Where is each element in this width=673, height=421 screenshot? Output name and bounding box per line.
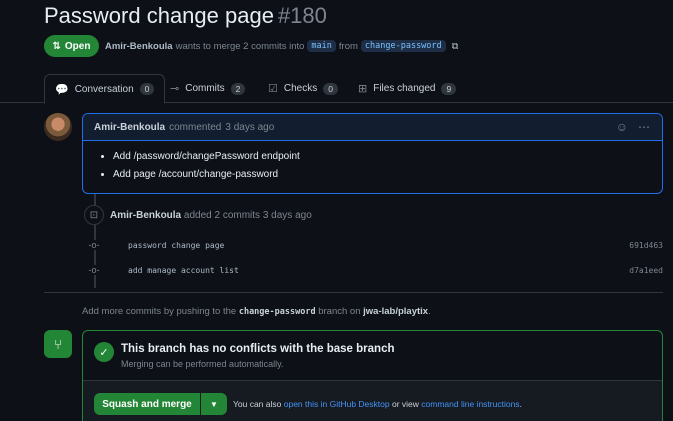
comment-time[interactable]: 3 days ago xyxy=(225,122,274,133)
git-commit-icon: -o- xyxy=(88,265,100,275)
pr-from-text: from xyxy=(338,40,358,52)
pr-state-badge: ⇅ Open xyxy=(44,35,99,57)
tab-checks[interactable]: ☑ Checks 0 xyxy=(258,74,348,103)
hint-branch: change-password xyxy=(238,307,316,317)
pr-meta-text: wants to merge 2 commits into xyxy=(175,40,305,52)
smiley-icon[interactable]: ☺ xyxy=(616,120,628,134)
git-merge-icon: ⑂ xyxy=(44,330,72,358)
comment-box: Amir-Benkoula commented 3 days ago ☺ ⋯ A… xyxy=(82,113,663,194)
merge-note-suffix: . xyxy=(519,399,522,409)
pr-tabs: 💬 Conversation 0 ⊸ Commits 2 ☑ Checks 0 … xyxy=(0,74,673,104)
comment-body: Add /password/changePassword endpoint Ad… xyxy=(83,141,662,180)
file-diff-icon: ⊞ xyxy=(358,83,368,95)
timeline-time[interactable]: 3 days ago xyxy=(263,210,312,221)
merge-status: ✓ This branch has no conflicts with the … xyxy=(83,331,662,381)
conversation-icon: 💬 xyxy=(55,83,69,96)
base-branch[interactable]: main xyxy=(307,40,336,52)
comment-action: commented xyxy=(169,121,222,133)
tab-conversation[interactable]: 💬 Conversation 0 xyxy=(44,74,166,104)
checklist-icon: ☑ xyxy=(268,83,278,95)
tab-count: 2 xyxy=(230,82,246,95)
hint-middle: branch on xyxy=(318,306,361,317)
triangle-down-icon: ▼ xyxy=(210,399,218,409)
comment-author-link[interactable]: Amir-Benkoula xyxy=(94,122,165,133)
tab-count: 0 xyxy=(323,82,338,95)
comment-header-icons: ☺ ⋯ xyxy=(616,120,650,134)
commit-icon: ⊸ xyxy=(170,83,180,95)
pr-number: #180 xyxy=(277,3,327,28)
tab-label: Files changed xyxy=(373,83,436,94)
command-line-instructions-link[interactable]: command line instructions xyxy=(421,399,519,409)
repo-push-icon: ⊡ xyxy=(84,205,104,225)
tab-count: 9 xyxy=(441,82,457,95)
tab-count: 0 xyxy=(139,83,155,95)
timeline-event: Amir-Benkoula added 2 commits 3 days ago xyxy=(110,210,312,221)
squash-and-merge-button[interactable]: Squash and merge xyxy=(94,393,200,415)
comment-list-item: Add /password/changePassword endpoint xyxy=(113,151,662,162)
commit-sha-link[interactable]: 691d463 xyxy=(629,241,663,250)
pr-title-text: Password change page xyxy=(44,3,274,28)
merge-method-dropdown[interactable]: ▼ xyxy=(201,393,227,415)
merge-note: You can also open this in GitHub Desktop… xyxy=(233,399,522,409)
tab-label: Conversation xyxy=(74,83,134,95)
pr-author-link[interactable]: Amir-Benkoula xyxy=(105,41,173,52)
tab-label: Commits xyxy=(185,83,225,94)
git-commit-icon: -o- xyxy=(88,240,100,250)
merge-status-subtitle: Merging can be performed automatically. xyxy=(121,359,284,369)
timeline-author-link[interactable]: Amir-Benkoula xyxy=(110,210,181,221)
pr-meta: Amir-Benkoula wants to merge 2 commits i… xyxy=(105,40,458,52)
merge-note-middle: or view xyxy=(391,399,419,409)
comment-list-item: Add page /account/change-password xyxy=(113,169,662,180)
merge-note-prefix: You can also xyxy=(233,399,282,409)
commit-message-link[interactable]: password change page xyxy=(128,241,224,250)
github-desktop-link[interactable]: open this in GitHub Desktop xyxy=(284,399,390,409)
git-pull-request-icon: ⇅ xyxy=(52,40,61,52)
comment-header: Amir-Benkoula commented 3 days ago xyxy=(83,114,662,141)
commit-sha-link[interactable]: d7a1eed xyxy=(629,266,663,275)
push-hint: Add more commits by pushing to the chang… xyxy=(82,306,431,317)
hint-repo-link[interactable]: jwa-lab/playtix xyxy=(363,306,428,317)
hint-suffix: . xyxy=(428,306,431,317)
timeline-action: added 2 commits xyxy=(183,210,261,221)
kebab-horizontal-icon[interactable]: ⋯ xyxy=(638,120,650,134)
pr-title: Password change page #180 xyxy=(44,3,327,29)
commit-row: -o- password change page 691d463 xyxy=(88,238,663,252)
head-branch[interactable]: change-password xyxy=(360,40,446,52)
avatar[interactable] xyxy=(44,113,72,141)
tab-label: Checks xyxy=(283,83,318,94)
merge-box: ✓ This branch has no conflicts with the … xyxy=(82,330,663,421)
merge-actions: Squash and merge ▼ You can also open thi… xyxy=(83,381,662,421)
tab-commits[interactable]: ⊸ Commits 2 xyxy=(160,74,255,103)
check-icon: ✓ xyxy=(94,342,114,362)
tab-files-changed[interactable]: ⊞ Files changed 9 xyxy=(348,74,466,103)
hint-prefix: Add more commits by pushing to the xyxy=(82,306,237,317)
timeline-divider xyxy=(44,292,663,293)
commit-message-link[interactable]: add manage account list xyxy=(128,266,239,275)
copy-icon[interactable]: ⧉ xyxy=(452,41,459,52)
merge-status-title: This branch has no conflicts with the ba… xyxy=(121,343,395,355)
pr-state-label: Open xyxy=(64,40,91,52)
commit-row: -o- add manage account list d7a1eed xyxy=(88,263,663,277)
